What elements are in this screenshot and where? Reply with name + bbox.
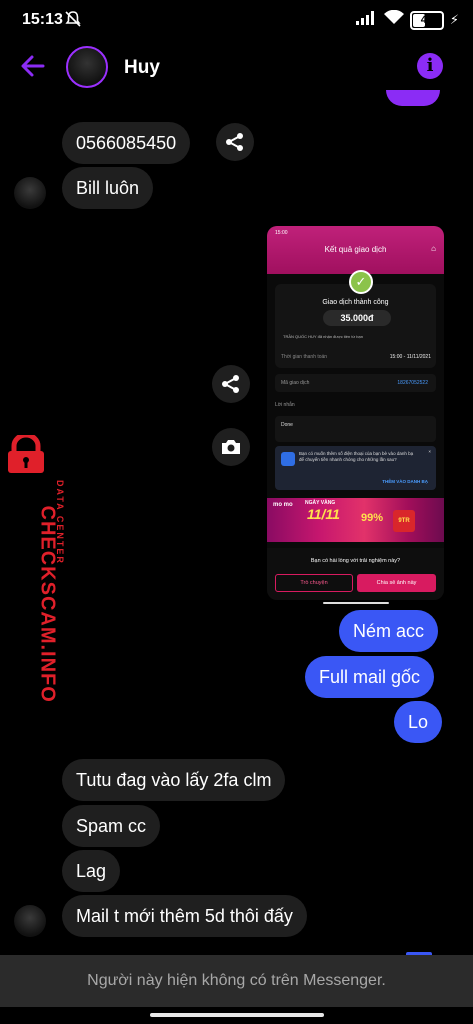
image-title: Kết quả giao dịch xyxy=(324,245,387,254)
image-time-row: 15:00 - 11/11/2021 Thời gian thanh toán xyxy=(281,354,431,360)
image-banner-brand: mo mo xyxy=(273,502,293,508)
message-bubble[interactable]: Mail t mới thêm 5d thôi đấy xyxy=(62,895,307,937)
message-bubble[interactable]: Bill luôn xyxy=(62,167,154,209)
image-message-value: Done xyxy=(281,422,293,428)
image-message-label: Lời nhắn xyxy=(275,402,295,408)
camera-icon xyxy=(222,440,240,454)
avatar[interactable] xyxy=(14,177,46,209)
status-bar: 15:13 42 ⚡ xyxy=(0,0,473,40)
battery-level: 42 xyxy=(420,14,433,26)
share-icon xyxy=(222,375,239,393)
home-indicator[interactable] xyxy=(150,1013,324,1017)
battery-icon: 42 xyxy=(409,10,444,30)
watermark: CHECKSCAM.INFO DATA CENTER xyxy=(0,435,65,703)
image-success-text: Giao dịch thành công xyxy=(322,299,389,306)
share-button[interactable] xyxy=(212,365,250,403)
bell-off-icon xyxy=(64,10,82,33)
image-chat-button: Trò chuyện xyxy=(275,574,353,592)
unavailable-notice: Người này hiện không có trên Messenger. xyxy=(0,955,473,1007)
charging-icon: ⚡ xyxy=(449,12,459,27)
image-status-time: 15:00 xyxy=(275,230,288,236)
image-txn-value: 18267052522 xyxy=(397,380,428,386)
system-nav-bar xyxy=(0,1007,473,1024)
share-icon xyxy=(226,133,243,151)
home-icon: ⌂ xyxy=(431,244,436,253)
image-txn-label: Mã giao dịch xyxy=(281,380,310,386)
message-bubble[interactable]: Lo xyxy=(394,701,443,743)
shared-image[interactable]: 15:00 Kết quả giao dịch ⌂ ✓ Giao dịch th… xyxy=(267,226,444,600)
image-banner-percent: 99% xyxy=(361,512,384,524)
avatar[interactable] xyxy=(14,905,46,937)
image-tip-text: Bạn có muốn thêm số điện thoại của bạn b… xyxy=(299,451,414,462)
contact-book-icon xyxy=(281,452,295,466)
image-survey-question: Bạn có hài lòng với trải nghiệm này? xyxy=(310,558,401,564)
share-button[interactable] xyxy=(216,123,254,161)
message-bubble[interactable]: Tutu đag vào lấy 2fa clm xyxy=(62,759,286,801)
image-topbar: 15:00 Kết quả giao dịch ⌂ xyxy=(267,226,444,274)
image-time-label: Thời gian thanh toán xyxy=(281,354,328,360)
back-arrow-icon[interactable] xyxy=(20,53,46,84)
check-icon: ✓ xyxy=(349,270,373,294)
image-receiver-note: TRẦN QUỐC HUY đã nhận được tiền từ bạn xyxy=(283,334,363,339)
image-txn-row: Mã giao dịch 18267052522 xyxy=(275,374,436,392)
contact-name[interactable]: Huy xyxy=(124,57,160,79)
image-banner-date: 11/11 xyxy=(307,506,340,522)
close-icon: × xyxy=(428,449,431,454)
image-time-value: 15:00 - 11/11/2021 xyxy=(389,354,431,360)
message-bubble[interactable]: Lag xyxy=(62,850,121,892)
image-tip-link: THÊM VÀO DANH BẠ xyxy=(382,479,428,484)
image-amount: 35.000đ xyxy=(323,310,391,326)
message-bubble[interactable]: Ném acc xyxy=(339,610,439,652)
message-bubble[interactable]: Full mail gốc xyxy=(305,656,435,698)
info-icon[interactable]: i xyxy=(417,53,443,79)
image-survey: Bạn có hài lòng với trải nghiệm này? Trò… xyxy=(267,548,444,600)
image-promo-banner: mo mo NGÀY VÀNG 11/11 99% 9TR xyxy=(267,498,444,542)
image-success-card: ✓ Giao dịch thành công 35.000đ TRẦN QUỐC… xyxy=(275,270,436,368)
image-tip-box: Bạn có muốn thêm số điện thoại của bạn b… xyxy=(275,446,436,490)
image-message-box: Done xyxy=(275,416,436,442)
message-bubble[interactable]: Spam cc xyxy=(62,805,161,847)
avatar[interactable] xyxy=(66,46,108,88)
status-time: 15:13 xyxy=(22,11,63,28)
lock-icon xyxy=(8,435,44,473)
previous-message-bubble xyxy=(386,90,440,106)
camera-button[interactable] xyxy=(212,428,250,466)
image-homebar xyxy=(323,602,389,604)
wifi-icon xyxy=(383,9,404,30)
signal-icon xyxy=(355,10,378,30)
message-bubble[interactable]: 0566085450 xyxy=(62,122,191,164)
watermark-subtitle: DATA CENTER xyxy=(55,480,65,565)
image-banner-prize: 9TR xyxy=(393,510,415,532)
image-share-button: Chia sẻ ảnh này xyxy=(357,574,436,592)
